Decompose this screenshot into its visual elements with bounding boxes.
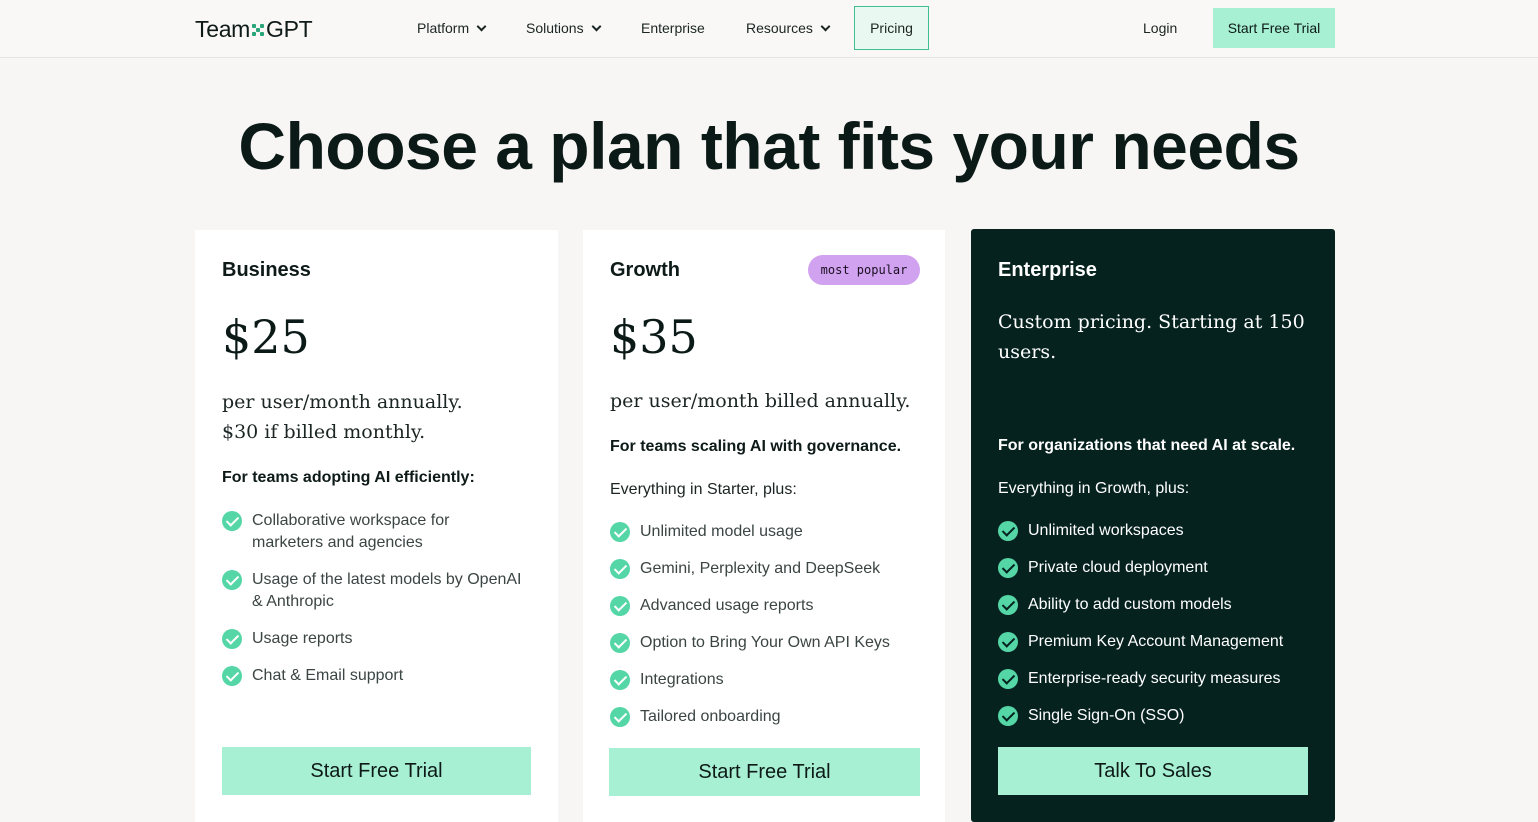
check-circle-icon — [610, 633, 630, 653]
list-item: Ability to add custom models — [998, 594, 1318, 616]
plan-card-growth: Growth most popular $35 per user/month b… — [583, 230, 945, 822]
feature-label: Integrations — [640, 671, 724, 688]
check-circle-icon — [610, 670, 630, 690]
start-free-trial-button[interactable]: Start Free Trial — [1213, 8, 1335, 48]
plan-name: Enterprise — [998, 259, 1097, 281]
plan-intro: Everything in Growth, plus: — [998, 480, 1190, 497]
plan-price: $25 — [222, 310, 310, 364]
login-link[interactable]: Login — [1143, 20, 1177, 36]
list-item: Tailored onboarding — [610, 706, 930, 728]
plan-intro: Everything in Starter, plus: — [610, 481, 797, 498]
check-circle-icon — [998, 558, 1018, 578]
plan-name: Business — [222, 259, 311, 281]
feature-label: Chat & Email support — [252, 667, 404, 684]
price-note-line-2: users. — [998, 341, 1057, 363]
logo-dots-icon — [252, 23, 265, 36]
check-circle-icon — [610, 707, 630, 727]
list-item: Chat & Email support — [222, 665, 522, 687]
feature-label: Single Sign-On (SSO) — [1028, 707, 1185, 724]
plan-tagline: For teams adopting AI efficiently: — [222, 469, 475, 486]
check-circle-icon — [998, 595, 1018, 615]
team-gpt-logo[interactable]: Team GPT — [195, 16, 313, 43]
check-circle-icon — [998, 632, 1018, 652]
feature-label: Unlimited workspaces — [1028, 522, 1184, 539]
nav-pricing[interactable]: Pricing — [854, 6, 929, 50]
feature-label: Enterprise-ready security measures — [1028, 670, 1281, 687]
nav-resources-label: Resources — [746, 20, 813, 36]
list-item: Unlimited model usage — [610, 521, 930, 543]
list-item: Usage reports — [222, 628, 522, 650]
nav-solutions-label: Solutions — [526, 20, 584, 36]
nav-platform-label: Platform — [417, 20, 470, 36]
check-circle-icon — [998, 669, 1018, 689]
plan-tagline: For organizations that need AI at scale. — [998, 437, 1296, 454]
price-note-line-1: Custom pricing. Starting at 150 — [998, 311, 1305, 333]
talk-to-sales-button[interactable]: Talk To Sales — [998, 747, 1308, 795]
feature-label: Ability to add custom models — [1028, 596, 1232, 613]
start-free-trial-button[interactable]: Start Free Trial — [609, 748, 920, 796]
feature-label: Premium Key Account Management — [1028, 633, 1284, 650]
top-nav: Team GPT Platform Solutions Enterprise R… — [0, 0, 1538, 58]
list-item: Premium Key Account Management — [998, 631, 1318, 653]
nav-resources[interactable]: Resources — [746, 20, 831, 36]
list-item: Advanced usage reports — [610, 595, 930, 617]
start-free-trial-button[interactable]: Start Free Trial — [222, 747, 531, 795]
feature-label: Private cloud deployment — [1028, 559, 1208, 576]
page-title: Choose a plan that fits your needs — [238, 109, 1300, 183]
price-note-line-1: per user/month billed annually. — [610, 390, 911, 412]
feature-label: Unlimited model usage — [640, 523, 803, 540]
feature-label: Tailored onboarding — [640, 708, 781, 725]
chevron-down-icon — [820, 21, 831, 31]
most-popular-badge: most popular — [808, 255, 920, 285]
feature-label: Advanced usage reports — [640, 597, 814, 614]
plan-card-business: Business $25 per user/month annually. $3… — [195, 230, 558, 822]
list-item: Single Sign-On (SSO) — [998, 705, 1318, 727]
list-item: Gemini, Perplexity and DeepSeek — [610, 558, 930, 580]
feature-list: Unlimited model usage Gemini, Perplexity… — [610, 521, 930, 728]
plan-tagline: For teams scaling AI with governance. — [610, 438, 902, 455]
feature-list: Collaborative workspace for marketers an… — [222, 510, 522, 687]
check-circle-icon — [998, 706, 1018, 726]
check-circle-icon — [222, 570, 242, 590]
feature-label: Collaborative workspace for marketers an… — [252, 512, 450, 551]
list-item: Collaborative workspace for marketers an… — [222, 510, 522, 554]
price-note-line-1: per user/month annually. — [222, 391, 463, 413]
check-circle-icon — [610, 559, 630, 579]
feature-label: Option to Bring Your Own API Keys — [640, 634, 890, 651]
price-note-line-2: $30 if billed monthly. — [222, 421, 426, 443]
feature-list: Unlimited workspaces Private cloud deplo… — [998, 520, 1318, 727]
list-item: Unlimited workspaces — [998, 520, 1318, 542]
check-circle-icon — [222, 666, 242, 686]
list-item: Enterprise-ready security measures — [998, 668, 1318, 690]
check-circle-icon — [610, 522, 630, 542]
feature-label: Usage reports — [252, 630, 353, 647]
check-circle-icon — [610, 596, 630, 616]
list-item: Private cloud deployment — [998, 557, 1318, 579]
nav-platform[interactable]: Platform — [417, 20, 487, 36]
plan-name: Growth — [610, 259, 680, 281]
check-circle-icon — [222, 629, 242, 649]
chevron-down-icon — [476, 21, 487, 31]
feature-label: Usage of the latest models by OpenAI & A… — [252, 571, 522, 610]
nav-solutions[interactable]: Solutions — [526, 20, 602, 36]
nav-enterprise-label: Enterprise — [641, 20, 705, 36]
plan-price: $35 — [610, 310, 698, 364]
nav-enterprise[interactable]: Enterprise — [641, 20, 705, 36]
feature-label: Gemini, Perplexity and DeepSeek — [640, 560, 881, 577]
list-item: Integrations — [610, 669, 930, 691]
check-circle-icon — [222, 511, 242, 531]
plan-card-enterprise: Enterprise Custom pricing. Starting at 1… — [971, 229, 1335, 822]
check-circle-icon — [998, 521, 1018, 541]
list-item: Option to Bring Your Own API Keys — [610, 632, 930, 654]
chevron-down-icon — [591, 21, 602, 31]
logo-text-right: GPT — [266, 16, 313, 42]
list-item: Usage of the latest models by OpenAI & A… — [222, 569, 522, 613]
logo-text-left: Team — [195, 16, 251, 42]
